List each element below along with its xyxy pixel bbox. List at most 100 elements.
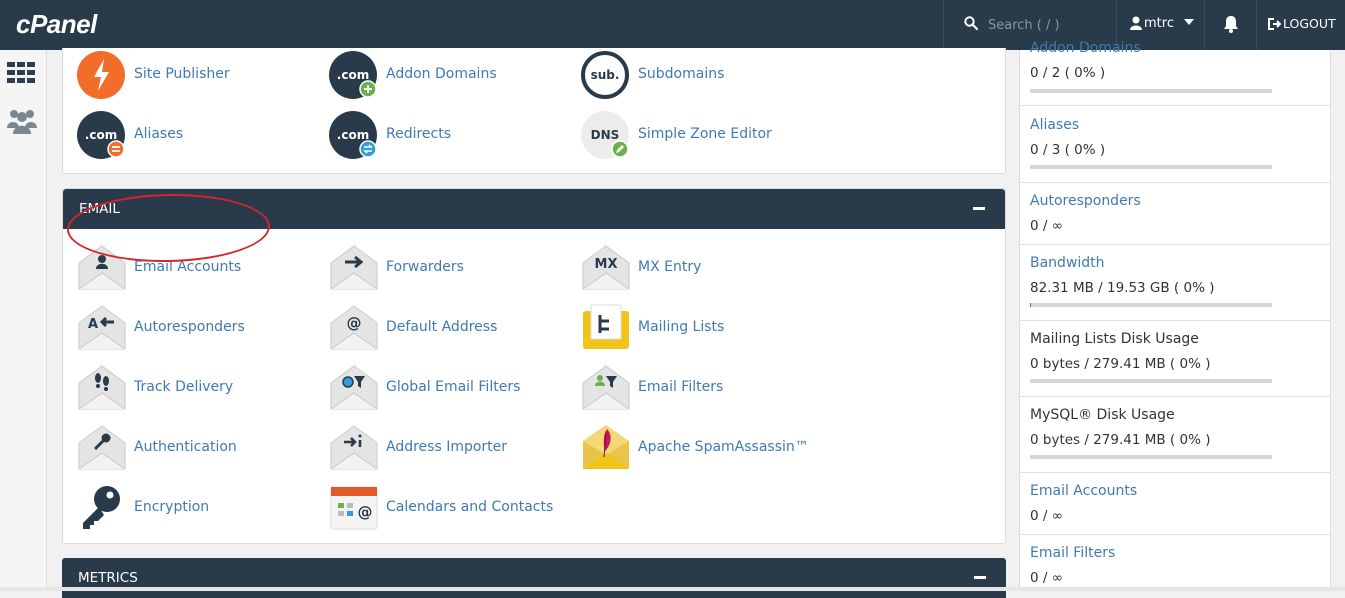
envelope-at-icon: @: [330, 305, 378, 350]
mailing-lists-item[interactable]: Mailing Lists: [581, 303, 821, 353]
stat-email-accounts: Email Accounts 0 / ∞: [1020, 473, 1331, 535]
item-label: Subdomains: [638, 66, 725, 82]
metrics-panel-header[interactable]: METRICS: [62, 558, 1006, 598]
stat-value: 0 bytes / 279.41 MB ( 0% ): [1030, 356, 1211, 372]
envelope-globe-filter-icon: [330, 365, 378, 410]
dns-edit-icon: DNS: [581, 111, 629, 159]
cpanel-logo[interactable]: cPanel: [16, 9, 97, 40]
logout-label: LOGOUT: [1283, 16, 1336, 31]
item-label: Calendars and Contacts: [386, 499, 554, 515]
addon-domains-item[interactable]: .com Addon Domains: [329, 50, 569, 100]
envelope-user-filter-icon: [582, 365, 630, 410]
global-email-filters-item[interactable]: Global Email Filters: [329, 363, 569, 413]
lightning-icon: [77, 51, 125, 99]
forwarders-item[interactable]: Forwarders: [329, 243, 569, 293]
email-accounts-item[interactable]: Email Accounts: [77, 243, 317, 293]
svg-text:DNS: DNS: [591, 128, 620, 142]
item-label: Simple Zone Editor: [638, 126, 772, 142]
default-address-item[interactable]: @ Default Address: [329, 303, 569, 353]
usage-bar: [1030, 165, 1272, 169]
item-label: Forwarders: [386, 259, 464, 275]
dotcom-plus-icon: .com: [329, 51, 377, 99]
item-label: Email Accounts: [134, 259, 242, 275]
item-label: Site Publisher: [134, 66, 230, 82]
stat-title: Mailing Lists Disk Usage: [1030, 331, 1199, 347]
item-label: Authentication: [134, 439, 237, 455]
stat-title[interactable]: Bandwidth: [1030, 255, 1105, 271]
dotcom-redirect-icon: .com: [329, 111, 377, 159]
stat-title[interactable]: Autoresponders: [1030, 193, 1141, 209]
metrics-section-title: METRICS: [78, 570, 138, 586]
stat-value: 0 / 2 ( 0% ): [1030, 65, 1106, 81]
item-label: Mailing Lists: [638, 319, 725, 335]
stat-value: 0 / ∞: [1030, 570, 1063, 586]
site-publisher-item[interactable]: Site Publisher: [77, 50, 317, 100]
usage-bar: [1030, 379, 1272, 383]
aliases-item[interactable]: .com Aliases: [77, 110, 317, 160]
apache-spamassassin-item[interactable]: Apache SpamAssassin™: [581, 423, 821, 473]
stat-value: 0 / 3 ( 0% ): [1030, 142, 1106, 158]
envelope-key-icon: [78, 425, 126, 470]
item-label: Redirects: [386, 126, 452, 142]
stat-value: 0 / ∞: [1030, 508, 1063, 524]
stat-aliases: Aliases 0 / 3 ( 0% ): [1020, 106, 1331, 183]
calendar-icon: @: [330, 486, 378, 530]
encryption-item[interactable]: Encryption: [77, 483, 317, 533]
envelope-mx-icon: MX: [582, 245, 630, 290]
stat-bandwidth: Bandwidth 82.31 MB / 19.53 GB ( 0% ): [1020, 245, 1331, 321]
collapse-icon[interactable]: [974, 576, 986, 579]
item-label: Addon Domains: [386, 66, 497, 82]
email-panel-header[interactable]: EMAIL: [63, 189, 1005, 229]
stat-title[interactable]: Email Filters: [1030, 545, 1115, 561]
item-label: Address Importer: [386, 439, 508, 455]
envelope-arrow-icon: [330, 245, 378, 290]
email-section-title: EMAIL: [79, 201, 120, 217]
stat-title[interactable]: Addon Domains: [1030, 40, 1141, 56]
svg-text:sub.: sub.: [591, 68, 620, 82]
stat-value: 0 / ∞: [1030, 218, 1063, 234]
grid-icon[interactable]: [7, 62, 37, 84]
envelope-user-icon: [78, 245, 126, 290]
users-icon[interactable]: [7, 108, 37, 134]
calendars-contacts-item[interactable]: @ Calendars and Contacts: [329, 483, 569, 533]
subdomains-item[interactable]: sub. Subdomains: [581, 50, 821, 100]
metrics-panel: METRICS: [62, 558, 1006, 598]
user-icon: [1130, 16, 1142, 30]
item-label: Aliases: [134, 126, 184, 142]
horizontal-scrollbar[interactable]: [0, 587, 1345, 591]
autoresponders-item[interactable]: A Autoresponders: [77, 303, 317, 353]
stat-title[interactable]: Email Accounts: [1030, 483, 1137, 499]
stat-value: 82.31 MB / 19.53 GB ( 0% ): [1030, 280, 1215, 296]
stat-mailing-lists-disk: Mailing Lists Disk Usage 0 bytes / 279.4…: [1020, 321, 1331, 397]
svg-text:@: @: [358, 503, 373, 521]
username: mtrc: [1144, 16, 1174, 31]
spamassassin-feather-icon: [583, 425, 629, 469]
svg-text:.com: .com: [337, 128, 369, 142]
domains-panel: Site Publisher .com Addon Domains sub. S…: [62, 48, 1006, 174]
stat-title[interactable]: Aliases: [1030, 117, 1079, 133]
svg-text:MX: MX: [595, 257, 618, 272]
address-importer-item[interactable]: Address Importer: [329, 423, 569, 473]
redirects-item[interactable]: .com Redirects: [329, 110, 569, 160]
item-label: Autoresponders: [134, 319, 245, 335]
usage-bar: [1030, 303, 1272, 307]
collapse-icon[interactable]: [973, 207, 985, 210]
envelope-import-icon: [330, 425, 378, 470]
envelope-footprints-icon: [78, 365, 126, 410]
track-delivery-item[interactable]: Track Delivery: [77, 363, 317, 413]
envelope-reply-icon: A: [78, 305, 126, 350]
item-label: Track Delivery: [134, 379, 234, 395]
mx-entry-item[interactable]: MX MX Entry: [581, 243, 821, 293]
usage-bar: [1030, 89, 1272, 93]
email-filters-item[interactable]: Email Filters: [581, 363, 821, 413]
usage-bar-fill: [1030, 303, 1031, 307]
stats-sidebar: Addon Domains 0 / 2 ( 0% ) Aliases 0 / 3…: [1019, 40, 1331, 591]
item-label: Global Email Filters: [386, 379, 521, 395]
stat-mysql-disk: MySQL® Disk Usage 0 bytes / 279.41 MB ( …: [1020, 397, 1331, 473]
authentication-item[interactable]: Authentication: [77, 423, 317, 473]
logout-button[interactable]: LOGOUT: [1268, 16, 1336, 31]
key-icon: [83, 486, 120, 529]
simple-zone-editor-item[interactable]: DNS Simple Zone Editor: [581, 110, 821, 160]
item-label: Default Address: [386, 319, 498, 335]
stat-addon-domains: Addon Domains 0 / 2 ( 0% ): [1020, 30, 1331, 106]
